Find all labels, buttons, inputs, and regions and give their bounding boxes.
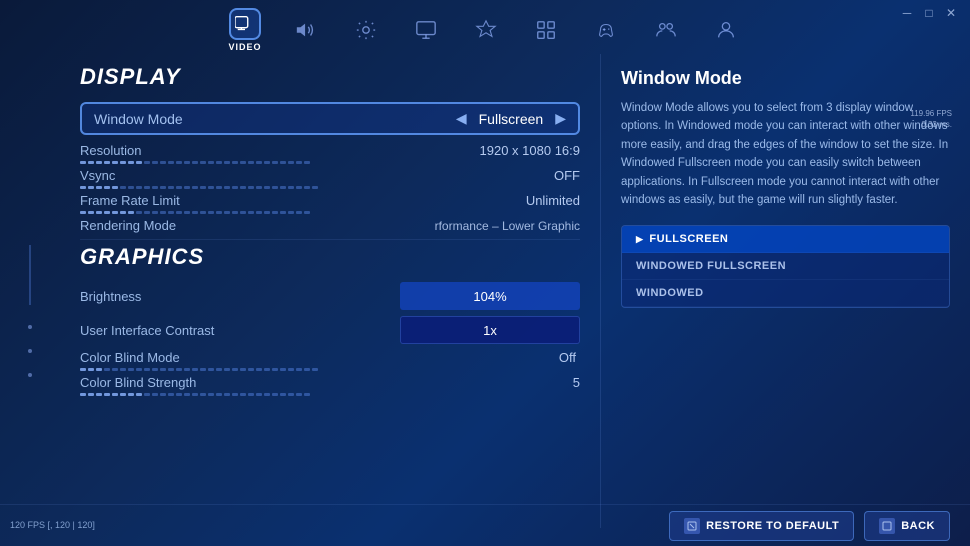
resolution-setting: Resolution 1920 x 1080 16:9 bbox=[80, 143, 580, 164]
back-icon bbox=[879, 518, 895, 534]
brightness-slider-bar[interactable]: 104% bbox=[400, 282, 580, 310]
resolution-slider[interactable] bbox=[80, 161, 580, 164]
frame-rate-slider[interactable] bbox=[80, 211, 580, 214]
fps-info-top: 119.96 FPS 0.33 ms. bbox=[910, 108, 952, 130]
section-divider bbox=[80, 239, 580, 240]
color-blind-mode-value: Off bbox=[559, 350, 576, 365]
window-mode-value: Fullscreen bbox=[479, 111, 544, 127]
back-label: BACK bbox=[901, 520, 935, 532]
brightness-value: 104% bbox=[473, 289, 506, 304]
settings-icon bbox=[350, 14, 382, 46]
option-windowed[interactable]: WINDOWED bbox=[622, 280, 949, 307]
window-mode-prev[interactable]: ◀ bbox=[456, 110, 467, 127]
window-mode-row: Window Mode ◀ Fullscreen ▶ bbox=[80, 102, 580, 135]
display-section-title: DISPLAY bbox=[80, 64, 580, 90]
restore-default-label: RESTORE TO DEFAULT bbox=[706, 520, 839, 532]
social-icon bbox=[650, 14, 682, 46]
ui-contrast-value: 1x bbox=[483, 323, 497, 338]
option-fullscreen[interactable]: FULLSCREEN bbox=[622, 226, 949, 253]
nav-item-hud[interactable] bbox=[530, 14, 562, 46]
info-panel-title: Window Mode bbox=[621, 68, 950, 89]
info-panel-description: Window Mode allows you to select from 3 … bbox=[621, 99, 950, 209]
right-panel: 119.96 FPS 0.33 ms. Window Mode Window M… bbox=[600, 54, 970, 528]
nav-item-video[interactable]: VIDEO bbox=[228, 8, 261, 52]
window-mode-label: Window Mode bbox=[94, 111, 183, 127]
color-blind-mode-setting: Color Blind Mode Off bbox=[80, 350, 580, 371]
option-windowed-fullscreen[interactable]: WINDOWED FULLSCREEN bbox=[622, 253, 949, 280]
window-mode-next[interactable]: ▶ bbox=[555, 110, 566, 127]
scroll-dot-1 bbox=[28, 325, 32, 329]
top-navigation: VIDEO bbox=[0, 0, 970, 54]
rendering-mode-value: rformance – Lower Graphic bbox=[435, 219, 580, 233]
nav-item-audio[interactable] bbox=[290, 14, 322, 46]
display-icon bbox=[410, 14, 442, 46]
restore-default-button[interactable]: RESTORE TO DEFAULT bbox=[669, 511, 854, 541]
vsync-slider[interactable] bbox=[80, 186, 580, 189]
color-blind-mode-label: Color Blind Mode bbox=[80, 350, 300, 365]
back-button[interactable]: BACK bbox=[864, 511, 950, 541]
profile-icon bbox=[710, 14, 742, 46]
left-panel: DISPLAY Window Mode ◀ Fullscreen ▶ Resol… bbox=[60, 54, 600, 528]
bottom-buttons: RESTORE TO DEFAULT BACK bbox=[669, 511, 950, 541]
color-blind-slider[interactable] bbox=[80, 368, 580, 371]
ui-contrast-slider-bar[interactable]: 1x bbox=[400, 316, 580, 344]
audio-icon bbox=[290, 14, 322, 46]
brightness-label: Brightness bbox=[80, 289, 300, 304]
color-blind-strength-value: 5 bbox=[573, 375, 580, 390]
fps-display: 120 FPS [, 120 | 120] bbox=[10, 519, 95, 532]
scroll-line bbox=[29, 245, 31, 305]
frame-rate-value: Unlimited bbox=[526, 193, 580, 208]
resolution-value: 1920 x 1080 16:9 bbox=[480, 143, 580, 158]
vsync-label: Vsync bbox=[80, 168, 300, 183]
ui-contrast-label: User Interface Contrast bbox=[80, 323, 300, 338]
nav-item-game[interactable] bbox=[470, 14, 502, 46]
frame-rate-label: Frame Rate Limit bbox=[80, 193, 300, 208]
nav-item-profile[interactable] bbox=[710, 14, 742, 46]
window-mode-options: FULLSCREEN WINDOWED FULLSCREEN WINDOWED bbox=[621, 225, 950, 308]
nav-item-settings[interactable] bbox=[350, 14, 382, 46]
brightness-setting: Brightness 104% bbox=[80, 282, 580, 312]
rendering-mode-setting: Rendering Mode rformance – Lower Graphic bbox=[80, 218, 580, 235]
color-blind-strength-label: Color Blind Strength bbox=[80, 375, 300, 390]
nav-video-label: VIDEO bbox=[228, 42, 261, 52]
resolution-label: Resolution bbox=[80, 143, 300, 158]
color-blind-strength-slider[interactable] bbox=[80, 393, 580, 396]
hud-icon bbox=[530, 14, 562, 46]
scroll-dot-2 bbox=[28, 349, 32, 353]
nav-item-social[interactable] bbox=[650, 14, 682, 46]
color-blind-strength-setting: Color Blind Strength 5 bbox=[80, 375, 580, 396]
scroll-dot-3 bbox=[28, 373, 32, 377]
main-layout: DISPLAY Window Mode ◀ Fullscreen ▶ Resol… bbox=[0, 54, 970, 528]
graphics-section-title: GRAPHICS bbox=[80, 244, 580, 270]
frame-rate-setting: Frame Rate Limit Unlimited bbox=[80, 193, 580, 214]
window-mode-selector: Window Mode ◀ Fullscreen ▶ bbox=[94, 110, 566, 127]
sidebar bbox=[0, 54, 60, 528]
controller-icon bbox=[590, 14, 622, 46]
vsync-setting: Vsync OFF bbox=[80, 168, 580, 189]
restore-icon bbox=[684, 518, 700, 534]
ui-contrast-setting: User Interface Contrast 1x bbox=[80, 316, 580, 346]
rendering-mode-label: Rendering Mode bbox=[80, 218, 300, 233]
nav-item-display[interactable] bbox=[410, 14, 442, 46]
game-icon bbox=[470, 14, 502, 46]
video-icon bbox=[229, 8, 261, 40]
vsync-value: OFF bbox=[554, 168, 580, 183]
nav-item-controller[interactable] bbox=[590, 14, 622, 46]
bottom-bar: 120 FPS [, 120 | 120] RESTORE TO DEFAULT… bbox=[0, 504, 970, 546]
